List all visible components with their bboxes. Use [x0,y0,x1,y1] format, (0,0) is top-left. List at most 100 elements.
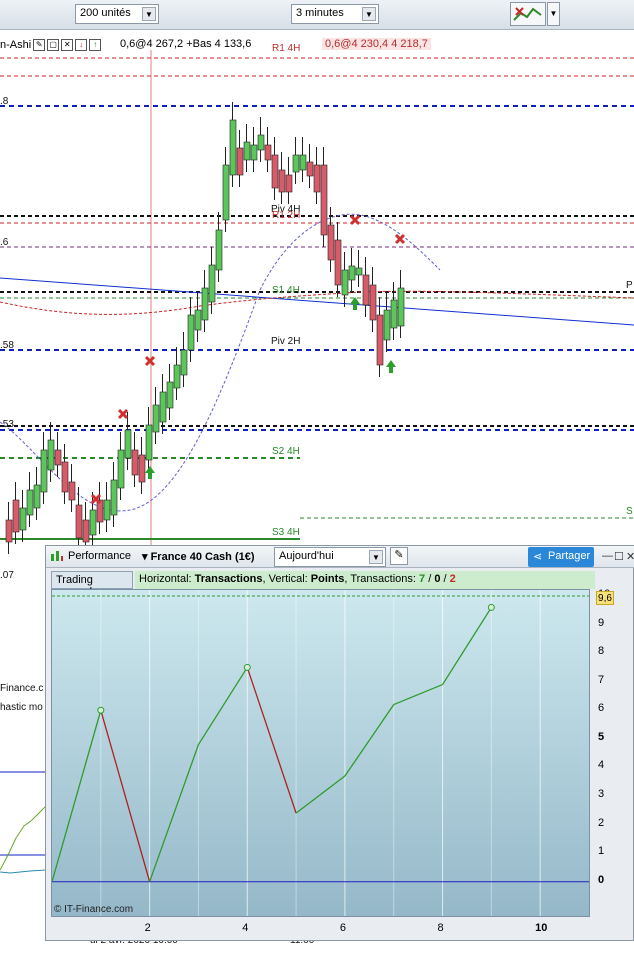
price-tick: .58 [0,340,14,351]
top-toolbar: 200 unités ▼ 3 minutes ▼ ▼ [0,0,634,30]
maximize-icon[interactable]: ☐ [614,550,624,563]
close-icon[interactable]: ✕ [61,39,74,51]
y-tick-label: 2 [598,816,605,829]
info-transactions: , Transactions: [344,573,420,585]
equity-segment [100,710,151,882]
candle [33,484,41,509]
x-axis: 2 4 6 8 10 [51,920,590,938]
buy-arrow-icon[interactable]: ↑ [89,39,102,51]
candle [341,269,349,296]
equity-segment [295,775,346,814]
x-tick-label: 10 [535,922,548,934]
level-r1-4h: R1 4H [272,43,301,54]
x-tick-label: 6 [339,922,347,934]
candle [236,147,244,176]
candle [173,364,181,389]
candle [19,507,27,531]
candle [159,391,167,423]
performance-plot[interactable]: © IT-Finance.com [51,589,590,917]
info-prefix: Horizontal: [139,573,195,585]
right-label-p: P [626,280,633,291]
x-tick-label: 8 [437,922,444,934]
wrench-icon[interactable]: ✎ [390,547,408,565]
price-tick: .07 [0,570,14,581]
chart-indicator-icon [513,7,542,21]
instrument-label: France 40 Cash (1€) [150,551,255,563]
candle [166,381,174,409]
indicators-dropdown[interactable]: ▼ [547,2,560,26]
candle [334,239,342,286]
candle [187,314,195,351]
performance-window: Performance ▾ France 40 Cash (1€) Aujour… [45,545,634,941]
indicators-button[interactable] [510,2,546,26]
chevron-down-icon[interactable]: ▼ [142,7,156,21]
share-button[interactable]: ⋖ Partager [528,547,594,567]
period-select[interactable]: Aujourd'hui ▼ [274,547,386,567]
y-tick-label: 6 [598,702,605,715]
candle [75,504,83,539]
performance-info-bar: Horizontal: Transactions, Vertical: Poin… [135,571,595,589]
y-tick-label: 5 [598,730,605,743]
quantity-value: 200 unités [80,7,131,19]
candle [285,174,293,193]
candle [110,479,118,516]
instrument-name: n-Ashi [0,39,32,51]
candle [40,449,48,493]
tx-sep: / [425,573,435,585]
candle [299,154,307,171]
equity-segment [197,667,248,745]
stochastic-label: hastic mo [0,702,43,713]
copyright: © IT-Finance.com [54,904,134,915]
sell-arrow-icon[interactable]: ↓ [75,39,88,51]
candle [208,264,216,303]
equity-segment [149,744,200,882]
timeframe-value: 3 minutes [296,7,344,19]
candle [124,429,132,459]
level-s2-4h: S2 4H [272,446,300,457]
maximize-icon[interactable]: ▢ [47,39,60,51]
share-icon: ⋖ [533,551,543,563]
close-icon[interactable]: ✕ [626,550,634,563]
chevron-down-icon[interactable]: ▼ [369,550,383,564]
candle [215,229,223,271]
y-tick-label: 7 [598,673,605,686]
candle [103,499,111,521]
minimize-icon[interactable]: — [602,550,613,562]
performance-title: Performance [68,550,131,562]
candle [201,287,209,321]
candle [89,509,97,536]
info-horizontal: Transactions [194,573,263,585]
tab-trading-manuel[interactable]: Trading manuel [51,571,133,598]
candle [383,309,391,341]
left-panel-label: Finance.c [0,683,44,694]
candle [229,119,237,176]
info-mid: , Vertical: [262,573,311,585]
candle [145,424,153,461]
candle [138,454,146,483]
performance-icon [50,550,64,565]
candle [271,154,279,189]
candle [152,404,160,433]
candle [68,481,76,501]
candle [292,154,300,173]
quantity-select[interactable]: 200 unités ▼ [75,4,159,24]
timeframe-select[interactable]: 3 minutes ▼ [291,4,379,24]
y-tick-label: 3 [598,788,605,800]
equity-segment [246,667,297,814]
wrench-icon[interactable]: ✎ [33,39,46,51]
instrument-dropdown[interactable]: ▾ France 40 Cash (1€) [142,550,255,563]
x-tick-label: 4 [242,922,249,934]
y-tick-label: 0 [598,873,605,886]
equity-segment [51,710,102,882]
level-s3-4h: S3 4H [272,527,300,538]
tx-sep: / [440,573,450,585]
tx-negative: 2 [449,573,456,585]
level-s1-4h: S1 4H [272,285,300,296]
level-piv-2h: Piv 2H [271,336,301,347]
candle [194,309,202,331]
candle [117,449,125,489]
candle [243,141,251,161]
chevron-down-icon[interactable]: ▼ [362,7,376,21]
performance-toolbar: Performance ▾ France 40 Cash (1€) Aujour… [46,546,634,568]
candle [348,265,356,281]
